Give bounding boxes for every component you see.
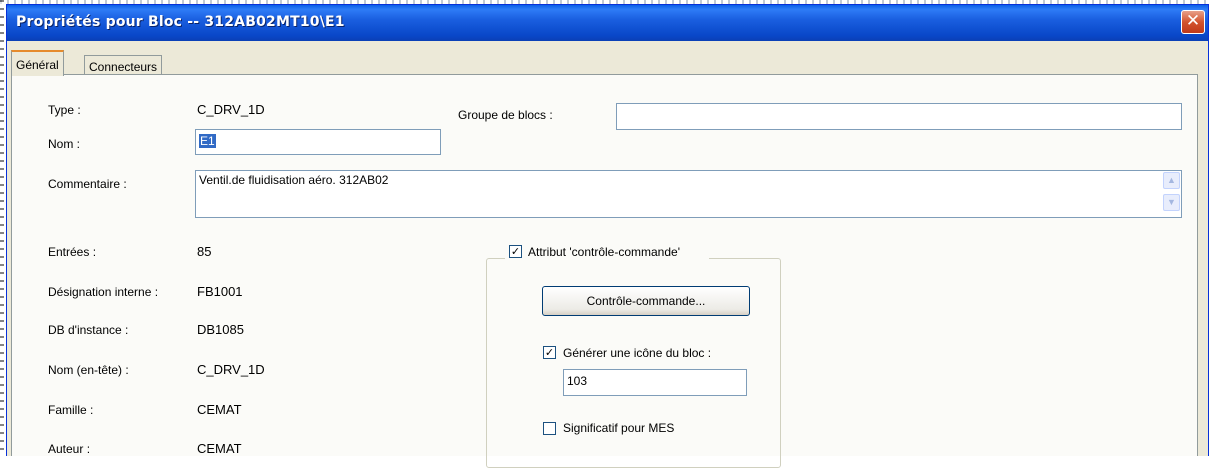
commentaire-scrollbar[interactable]: ▲ ▼ [1163,172,1180,214]
entrees-label: Entrées : [48,245,97,259]
commentaire-text: Ventil.de fluidisation aéro. 312AB02 [199,173,389,187]
controle-commande-button[interactable]: Contrôle-commande... [542,286,750,316]
nom-input-value: E1 [199,134,216,148]
designation-value: FB1001 [197,284,243,299]
famille-value: CEMAT [197,402,242,417]
commentaire-textarea[interactable]: Ventil.de fluidisation aéro. 312AB02 ▲ ▼ [195,170,1182,218]
auteur-label: Auteur : [48,442,91,456]
commentaire-label: Commentaire : [48,177,127,191]
groupe-label: Groupe de blocs : [458,108,553,122]
nom-label: Nom : [48,137,81,151]
icone-input[interactable]: 103 [563,369,747,396]
type-value: C_DRV_1D [197,102,265,117]
nom-entete-label: Nom (en-tête) : [48,363,129,377]
icone-label[interactable]: Générer une icône du bloc : [563,346,711,360]
mes-checkbox[interactable] [543,422,556,435]
attribut-checkbox[interactable]: ✓ [509,245,522,258]
db-instance-value: DB1085 [197,322,244,337]
db-instance-label: DB d'instance : [48,323,129,337]
entrees-value: 85 [197,244,212,259]
nom-entete-value: C_DRV_1D [197,362,265,377]
scroll-down-icon[interactable]: ▼ [1163,194,1180,211]
auteur-value: CEMAT [197,441,242,456]
famille-label: Famille : [48,403,94,417]
type-label: Type : [48,103,81,117]
groupe-input[interactable] [616,103,1182,130]
icone-checkbox[interactable]: ✓ [543,346,556,359]
nom-input[interactable]: E1 [195,129,441,155]
attribut-label[interactable]: Attribut 'contrôle-commande' [528,245,680,259]
mes-label[interactable]: Significatif pour MES [563,421,674,435]
designation-label: Désignation interne : [48,285,159,299]
scroll-up-icon[interactable]: ▲ [1163,172,1180,189]
